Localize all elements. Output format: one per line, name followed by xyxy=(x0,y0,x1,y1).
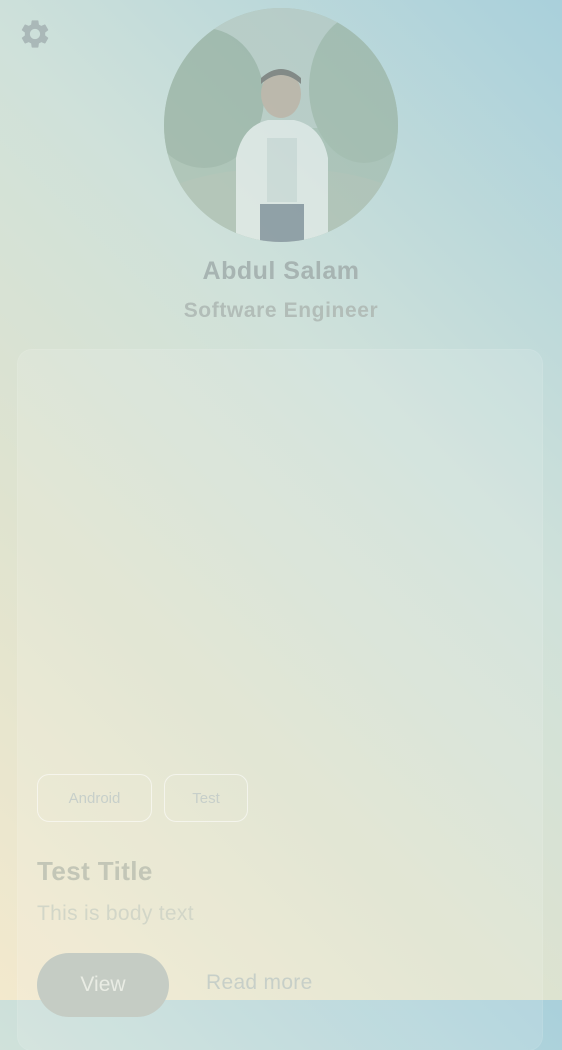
tag-chip-test[interactable]: Test xyxy=(164,774,248,822)
card-title: Test Title xyxy=(37,856,153,886)
gear-icon xyxy=(18,17,52,51)
avatar xyxy=(164,8,398,242)
profile-photo xyxy=(164,8,398,242)
settings-button[interactable] xyxy=(18,17,52,51)
view-button[interactable]: View xyxy=(37,953,169,1017)
card-body-text: This is body text xyxy=(37,902,194,925)
profile-name: Abdul Salam xyxy=(202,257,360,285)
tag-chip-android[interactable]: Android xyxy=(37,774,152,822)
profile-role: Software Engineer xyxy=(183,299,379,322)
project-card xyxy=(18,350,542,1050)
read-more-button[interactable]: Read more xyxy=(206,971,313,995)
